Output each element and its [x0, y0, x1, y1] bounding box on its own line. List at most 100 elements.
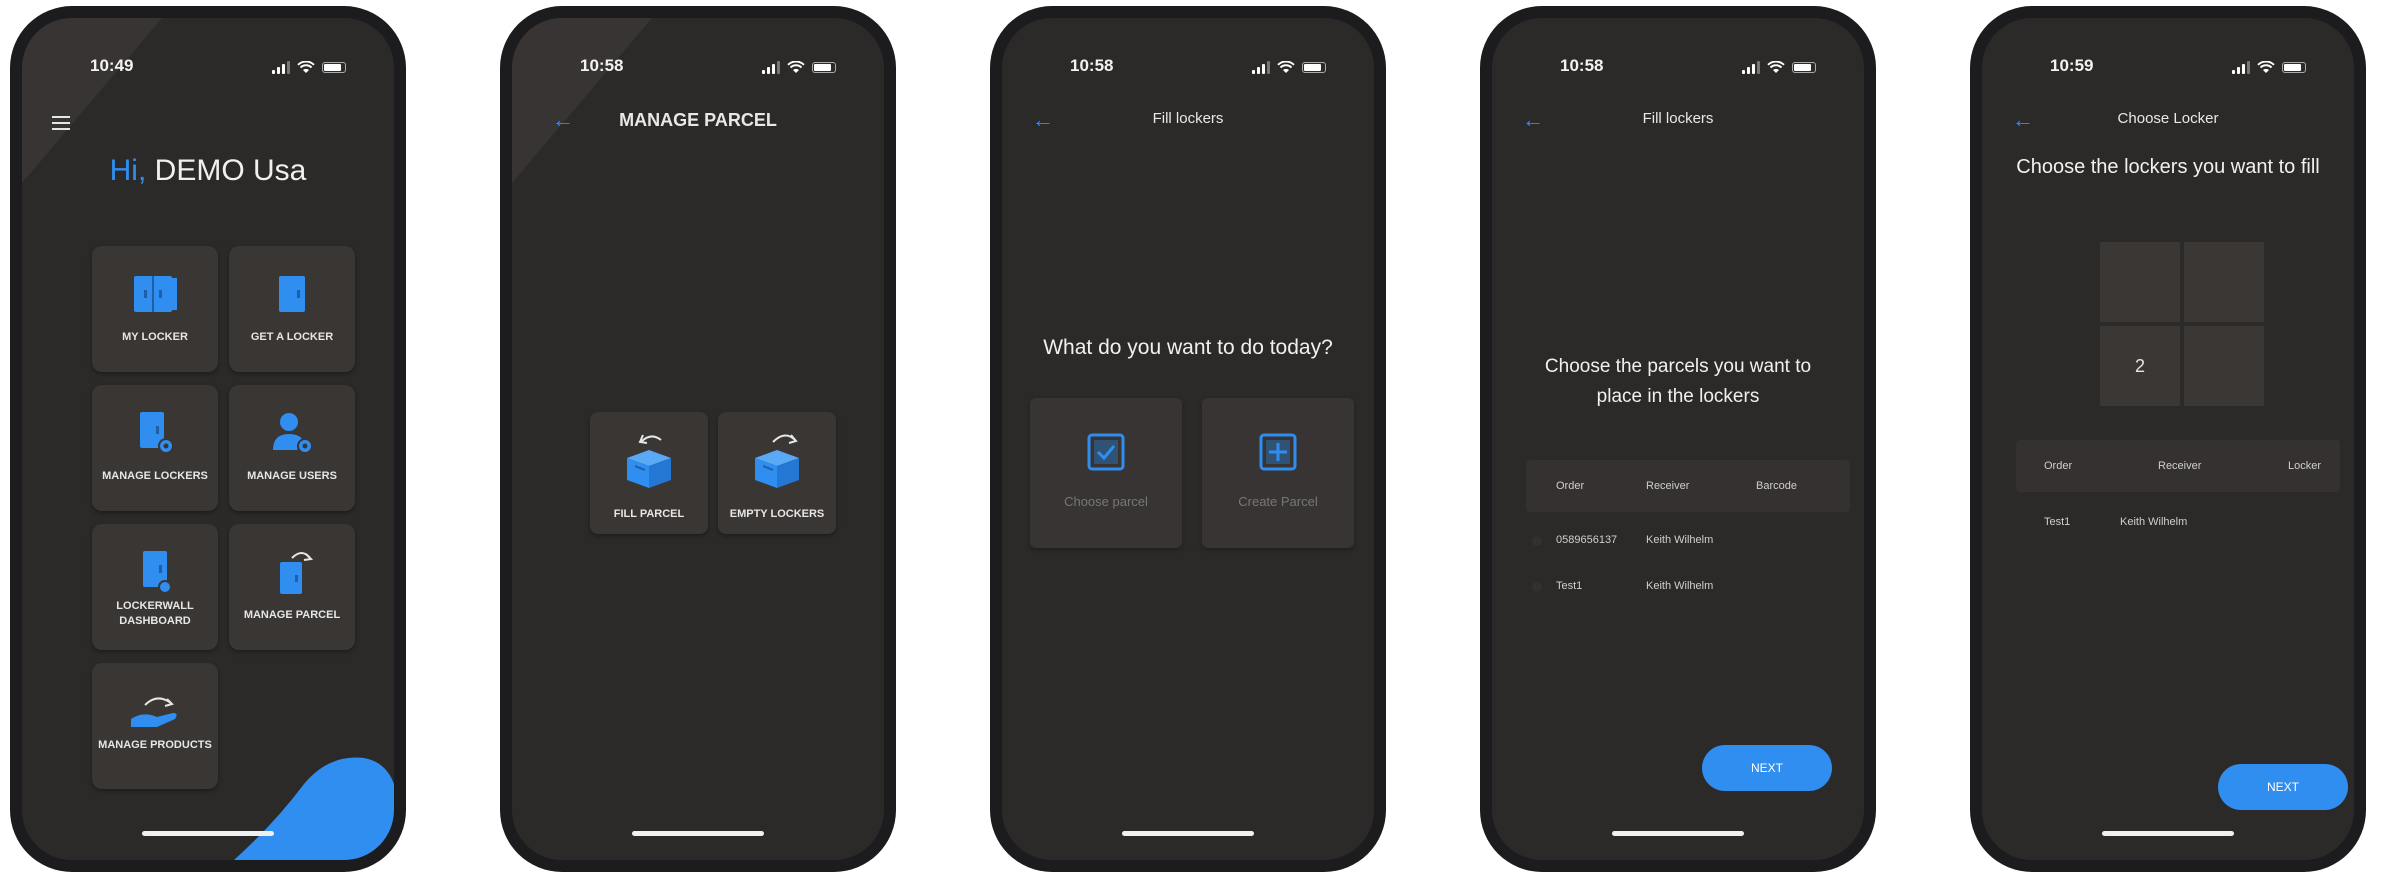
phone-fill-lockers: 10:58 ← Fill lockers What do you want to… [990, 6, 1386, 872]
battery-icon [1302, 61, 1326, 73]
tile-manage-parcel[interactable]: MANAGE PARCEL [229, 524, 355, 650]
user-gear-icon [273, 413, 313, 454]
table-row[interactable]: Test1 Keith Wilhelm [1982, 502, 2354, 548]
column-header-receiver: Receiver [2158, 460, 2202, 472]
status-time: 10:58 [1560, 56, 1604, 75]
locker-grid: 2 [2100, 242, 2270, 412]
phone-manage-parcel: 10:58 ← MANAGE PARCEL FILL PARCEL EMPTY … [500, 6, 896, 872]
top-bar: ← MANAGE PARCEL [512, 106, 884, 136]
option-label: Create Parcel [1238, 494, 1318, 509]
cell-receiver: Keith Wilhelm [2120, 516, 2188, 528]
column-header-order: Order [2044, 460, 2073, 472]
box-arrow-icon [627, 434, 671, 488]
battery-icon [812, 61, 836, 73]
row-select-radio[interactable] [1532, 582, 1542, 592]
status-bar: 10:58 [1002, 56, 1374, 80]
locker-dashboard-icon [143, 551, 172, 594]
empty-lockers-button[interactable]: EMPTY LOCKERS [718, 412, 836, 534]
option-label: EMPTY LOCKERS [729, 508, 825, 520]
fill-parcel-button[interactable]: FILL PARCEL [590, 412, 708, 534]
question: What do you want to do today? [1043, 336, 1333, 359]
battery-icon [1792, 61, 1816, 73]
choose-parcel-button[interactable]: Choose parcel [1030, 398, 1182, 548]
home-indicator[interactable] [632, 831, 764, 836]
tile-label: MY LOCKER [122, 331, 188, 343]
table-row[interactable]: Test1 Keith Wilhelm [1492, 564, 1864, 610]
top-bar: ← Fill lockers [1002, 106, 1374, 136]
status-bar: 10:58 [512, 56, 884, 80]
signal-icon [272, 60, 290, 74]
status-bar: 10:58 [1492, 56, 1864, 80]
tile-label: MANAGE PARCEL [243, 609, 341, 621]
checkbox-icon [1087, 433, 1125, 471]
cell-order: 0589656137 [1556, 534, 1618, 546]
home-indicator[interactable] [1612, 831, 1744, 836]
cell-order: Test1 [1556, 580, 1583, 592]
tile-my-locker[interactable]: MY LOCKER [92, 246, 218, 372]
locker-gear-icon [140, 412, 174, 454]
top-bar: ← Fill lockers [1492, 106, 1864, 136]
locker-cell[interactable] [2184, 326, 2264, 406]
parcels-prompt: Choose the parcels you want to place in … [1544, 356, 1812, 407]
status-time: 10:59 [2050, 56, 2094, 75]
tile-get-a-locker[interactable]: GET A LOCKER [229, 246, 355, 372]
locker-cell[interactable]: 2 [2100, 326, 2180, 406]
wifi-icon [2257, 60, 2275, 73]
wifi-icon [1277, 60, 1295, 73]
fill-lockers-screen: 10:58 ← Fill lockers What do you want to… [1002, 18, 1374, 860]
blue-decoration [234, 757, 394, 860]
tile-manage-products[interactable]: MANAGE PRODUCTS [92, 663, 218, 789]
hand-arrow-icon [131, 697, 177, 727]
double-locker-icon [134, 276, 177, 312]
page-title: MANAGE PARCEL [619, 110, 777, 130]
home-indicator[interactable] [142, 831, 274, 836]
top-bar: ← Choose Locker [1982, 106, 2354, 136]
page-title: Fill lockers [1642, 110, 1714, 127]
page-title: Fill lockers [1152, 110, 1224, 127]
status-bar: 10:49 [22, 56, 394, 80]
tile-label: LOCKERWALL DASHBOARD [116, 600, 194, 627]
tile-label: GET A LOCKER [250, 331, 334, 343]
plus-box-icon [1259, 433, 1297, 471]
home-indicator[interactable] [2102, 831, 2234, 836]
home-screen: 10:49 Hi, DEMO Usa MY LOCKER GET A LOCKE… [22, 18, 394, 860]
row-select-radio[interactable] [1532, 536, 1542, 546]
cell-receiver: Keith Wilhelm [1646, 534, 1714, 546]
option-label: FILL PARCEL [613, 508, 685, 520]
home-indicator[interactable] [1122, 831, 1254, 836]
corner-decoration [512, 18, 652, 183]
page-title: Choose Locker [2117, 110, 2219, 127]
tile-manage-users[interactable]: MANAGE USERS [229, 385, 355, 511]
status-icons [1252, 60, 1326, 74]
tile-lockerwall-dashboard[interactable]: LOCKERWALL DASHBOARD [92, 524, 218, 650]
status-time: 10:58 [580, 56, 624, 75]
manage-parcel-screen: 10:58 ← MANAGE PARCEL FILL PARCEL EMPTY … [512, 18, 884, 860]
column-header-locker: Locker [2288, 460, 2322, 472]
locker-cell[interactable] [2184, 242, 2264, 322]
tile-manage-lockers[interactable]: MANAGE LOCKERS [92, 385, 218, 511]
greeting: Hi, DEMO Usa [22, 154, 394, 188]
status-time: 10:58 [1070, 56, 1114, 75]
create-parcel-button[interactable]: Create Parcel [1202, 398, 1354, 548]
phone-home: 10:49 Hi, DEMO Usa MY LOCKER GET A LOCKE… [10, 6, 406, 872]
status-time: 10:49 [90, 56, 134, 75]
phone-choose-parcels: 10:58 ← Fill lockers Choose the parcels … [1480, 6, 1876, 872]
next-button[interactable]: NEXT [2218, 764, 2348, 810]
table-row[interactable]: 0589656137 Keith Wilhelm [1492, 518, 1864, 564]
menu-icon[interactable] [52, 116, 70, 134]
locker-arrow-icon [280, 552, 314, 594]
status-icons [2232, 60, 2306, 74]
status-icons [762, 60, 836, 74]
wifi-icon [1767, 60, 1785, 73]
column-header-receiver: Receiver [1646, 480, 1690, 492]
table-header: Order Receiver Locker [2016, 440, 2340, 492]
cell-receiver: Keith Wilhelm [1646, 580, 1714, 592]
tile-label: MANAGE LOCKERS [102, 470, 208, 482]
tile-label: MANAGE PRODUCTS [98, 739, 212, 751]
status-icons [272, 60, 346, 74]
signal-icon [762, 60, 780, 74]
next-button[interactable]: NEXT [1702, 745, 1832, 791]
column-header-barcode: Barcode [1756, 480, 1797, 492]
option-label: Choose parcel [1064, 494, 1148, 509]
locker-cell[interactable] [2100, 242, 2180, 322]
